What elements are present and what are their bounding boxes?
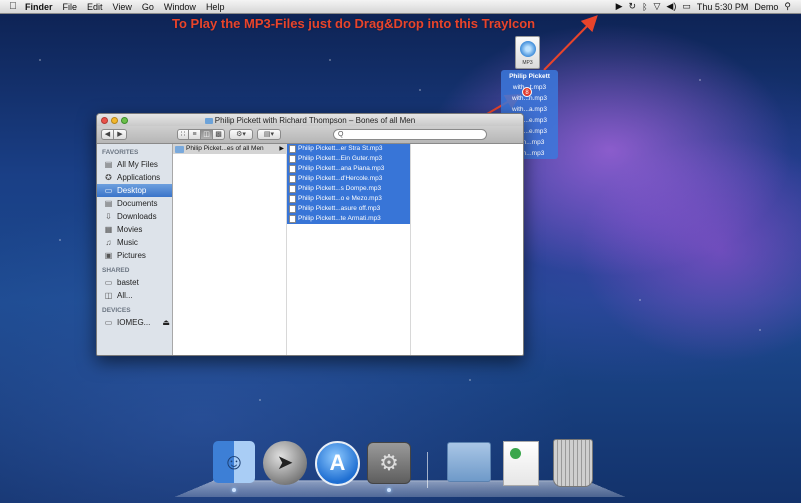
column-view-button[interactable]: ◫ — [201, 129, 213, 140]
downloads-icon: ⇩ — [105, 212, 112, 221]
arrange-menu-button[interactable]: ▤▾ — [257, 129, 281, 140]
all-files-icon: ▤ — [104, 160, 113, 169]
list-item[interactable]: Philip Pickett...o e Mezo.mp3 — [287, 194, 410, 204]
drag-count-badge: 8 — [522, 87, 532, 97]
movies-icon: ▦ — [104, 225, 113, 234]
cover-flow-button[interactable]: ▩ — [213, 129, 225, 140]
running-indicator — [232, 488, 236, 492]
launchpad-dock-icon[interactable]: ➤ — [263, 441, 307, 485]
search-input[interactable]: Q — [333, 129, 487, 140]
pictures-icon: ▣ — [104, 251, 113, 260]
arrow-to-tray — [543, 15, 598, 71]
finder-dock-icon[interactable]: ☺ — [213, 441, 255, 483]
list-item[interactable]: Philip Pickett...s Dompe.mp3 — [287, 184, 410, 194]
sidebar-item-applications[interactable]: ✪ Applications — [97, 171, 172, 184]
list-item[interactable]: Philip Picket...es of all Men ▶ — [173, 144, 286, 154]
sidebar-item-pictures[interactable]: ▣ Pictures — [97, 249, 172, 262]
sidebar: FAVORITES ▤ All My Files ✪ Applications ▭ D… — [97, 144, 173, 355]
list-view-button[interactable]: ≡ — [189, 129, 201, 140]
folder-icon — [204, 117, 213, 124]
folder-icon — [175, 145, 184, 153]
chevron-right-icon: ▶ — [279, 146, 284, 152]
column-1: Philip Picket...es of all Men ▶ — [173, 144, 287, 355]
documents-stack-dock-icon[interactable] — [447, 442, 491, 482]
music-file-icon — [289, 215, 296, 223]
sidebar-item-movies[interactable]: ▦ Movies — [97, 223, 172, 236]
title-bar[interactable]: Philip Pickett with Richard Thompson – B… — [97, 114, 523, 126]
mp3-file-icon: MP3 — [515, 36, 540, 69]
window-title: Philip Pickett with Richard Thompson – B… — [214, 115, 416, 125]
drag-item: Philip Pickett — [509, 73, 550, 80]
music-file-icon — [289, 175, 296, 183]
list-item[interactable]: Philip Pickett...er Stra St.mp3 — [287, 144, 410, 154]
forward-button[interactable]: ▶ — [114, 129, 127, 140]
music-file-icon — [289, 185, 296, 193]
dock-separator — [427, 452, 428, 488]
action-menu-button[interactable]: ⚙▾ — [229, 129, 253, 140]
network-icon: ◫ — [104, 291, 113, 300]
toolbar: ◀ ▶ ∷ ≡ ◫ ▩ ⚙▾ ▤▾ Q — [97, 126, 523, 144]
music-file-icon — [289, 195, 296, 203]
drive-icon: ▭ — [104, 318, 113, 327]
applications-icon: ✪ — [105, 173, 112, 182]
eject-icon[interactable]: ⏏ — [162, 316, 170, 329]
system-preferences-dock-icon[interactable]: ⚙ — [367, 442, 411, 484]
desktop-icon: ▭ — [104, 186, 113, 195]
list-item[interactable]: Philip Pickett...asure off.mp3 — [287, 204, 410, 214]
app-store-dock-icon[interactable]: A — [315, 441, 360, 486]
column-2: Philip Pickett...er Stra St.mp3 Philip P… — [287, 144, 411, 355]
sidebar-header-favorites: FAVORITES — [102, 149, 139, 156]
running-indicator — [387, 488, 391, 492]
sidebar-header-devices: DEVICES — [102, 307, 131, 314]
finder-window: Philip Pickett with Richard Thompson – B… — [96, 113, 524, 356]
back-button[interactable]: ◀ — [101, 129, 114, 140]
list-item[interactable]: Philip Pickett...ana Piana.mp3 — [287, 164, 410, 174]
music-file-icon — [289, 165, 296, 173]
list-item[interactable]: Philip Pickett...Ein Guter.mp3 — [287, 154, 410, 164]
music-file-icon — [289, 205, 296, 213]
list-item[interactable]: Philip Pickett...te Armati.mp3 — [287, 214, 410, 224]
sidebar-item-documents[interactable]: ▤ Documents — [97, 197, 172, 210]
music-icon: ♫ — [105, 238, 112, 247]
list-item[interactable]: Philip Pickett...d'Hercole.mp3 — [287, 174, 410, 184]
column-browser: Philip Picket...es of all Men ▶ Philip Pi… — [173, 144, 523, 355]
sidebar-item-bastet[interactable]: ▭ bastet — [97, 276, 172, 289]
sidebar-header-shared: SHARED — [102, 267, 130, 274]
sidebar-item-iomega[interactable]: ▭ IOMEG... ⏏ — [97, 316, 172, 329]
downloads-stack-dock-icon[interactable] — [503, 441, 539, 486]
server-icon: ▭ — [104, 278, 113, 287]
trash-dock-icon[interactable] — [553, 439, 593, 487]
music-file-icon — [289, 145, 296, 153]
documents-icon: ▤ — [104, 199, 113, 208]
icon-view-button[interactable]: ∷ — [177, 129, 189, 140]
sidebar-item-downloads[interactable]: ⇩ Downloads — [97, 210, 172, 223]
sidebar-item-music[interactable]: ♫ Music — [97, 236, 172, 249]
sidebar-item-desktop[interactable]: ▭ Desktop — [97, 184, 172, 197]
sidebar-item-all-my-files[interactable]: ▤ All My Files — [97, 158, 172, 171]
column-3 — [411, 144, 523, 355]
music-file-icon — [289, 155, 296, 163]
sidebar-item-all-shared[interactable]: ◫ All... — [97, 289, 172, 302]
